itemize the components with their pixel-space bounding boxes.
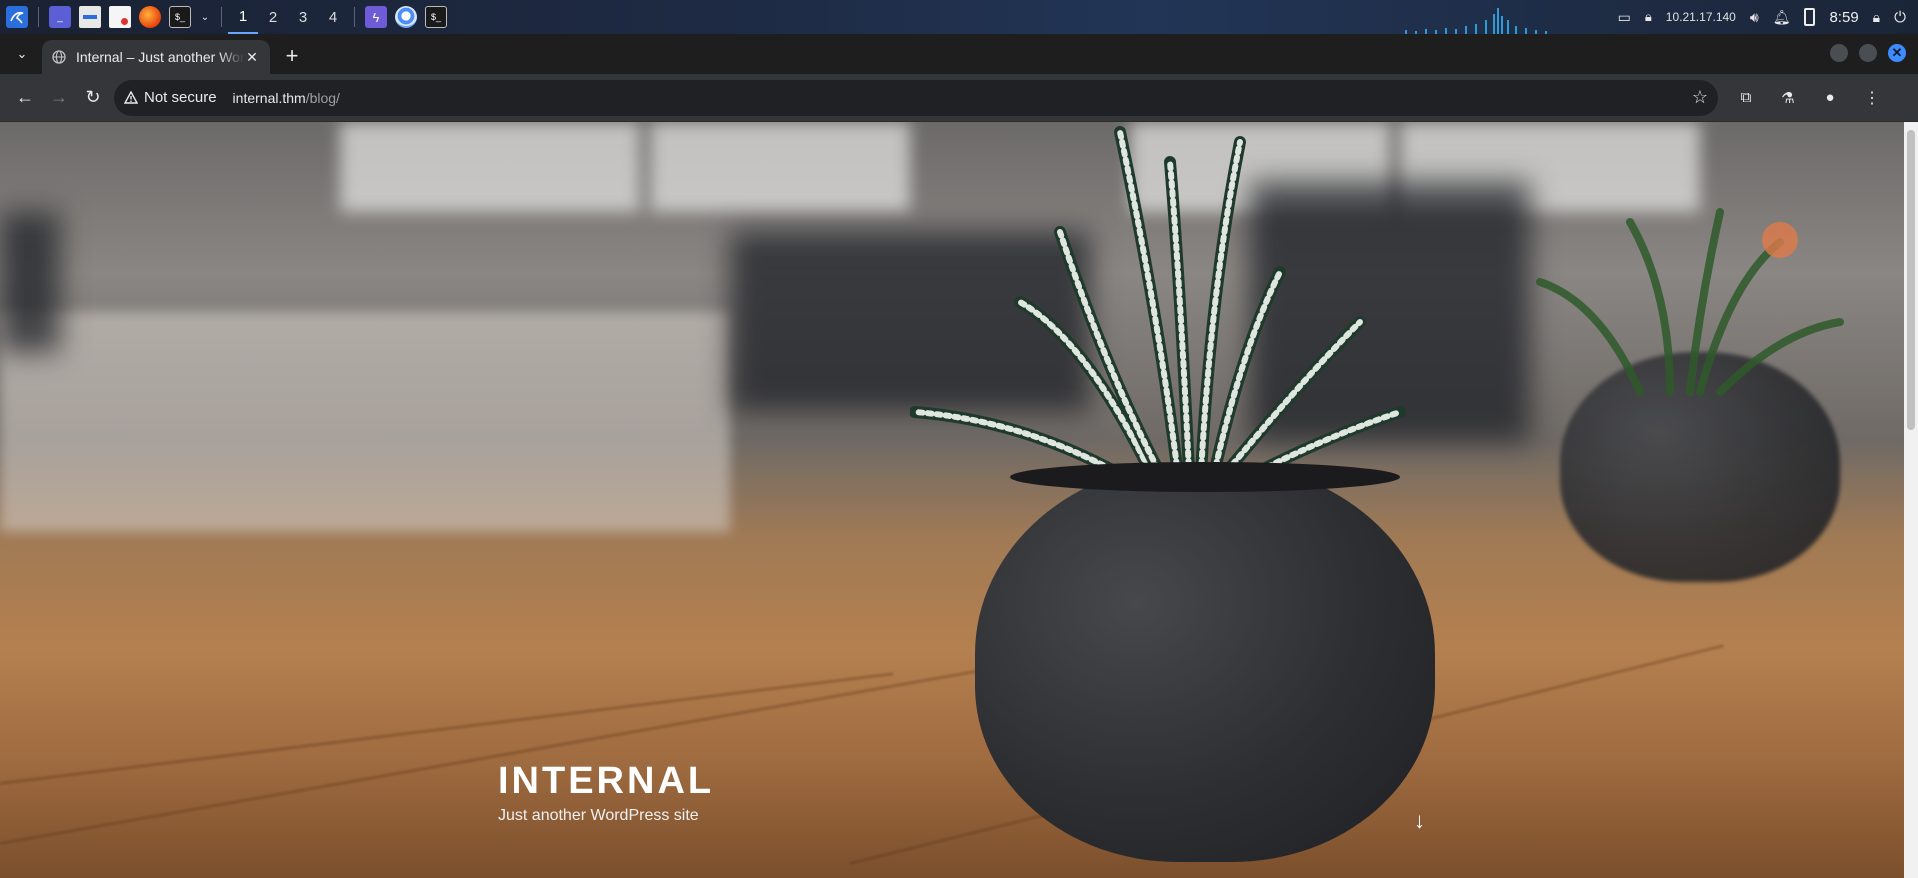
scroll-down-arrow-icon[interactable]: ↓ <box>1414 808 1425 834</box>
taskbar-separator <box>38 7 39 27</box>
forward-button[interactable]: → <box>42 81 76 115</box>
audio-visualizer <box>1405 8 1547 34</box>
back-button[interactable]: ← <box>8 81 42 115</box>
reload-icon: ↻ <box>85 87 101 107</box>
terminal-icon[interactable]: $_ <box>169 6 191 28</box>
arrow-right-icon: → <box>50 87 68 107</box>
arrow-left-icon: ← <box>16 87 34 107</box>
scrollbar-thumb[interactable] <box>1907 130 1915 430</box>
desktop-taskbar: _ $_ ⌄ 1 2 3 4 ϟ $_ ▭ 🔒︎ 10.21.17.140 🔊︎… <box>0 0 1918 34</box>
terminal-window-icon[interactable]: _ <box>49 6 71 28</box>
flask-icon: ⚗ <box>1781 89 1795 107</box>
tab-search-button[interactable]: ⌄ <box>8 40 36 68</box>
header-background-image <box>0 122 1904 878</box>
lock-screen-icon[interactable]: 🔒︎ <box>1873 9 1880 26</box>
globe-icon <box>52 50 66 64</box>
power-icon[interactable]: ⏻ <box>1894 9 1906 26</box>
chevron-down-icon[interactable]: ⌄ <box>199 6 211 28</box>
menu-button[interactable]: ⋮ <box>1858 81 1886 115</box>
window-controls: ✕ <box>1830 44 1918 74</box>
site-info-chip[interactable]: Not secure <box>124 89 233 106</box>
labs-button[interactable]: ⚗ <box>1774 81 1802 115</box>
clock[interactable]: 8:59 <box>1829 9 1858 26</box>
site-description: Just another WordPress site <box>498 807 699 824</box>
site-title[interactable]: INTERNAL <box>498 760 714 803</box>
page-scrollbar[interactable] <box>1904 122 1918 878</box>
toolbar-actions: ⧉ ⚗ ● ⋮ <box>1732 81 1886 115</box>
security-status-label: Not secure <box>144 89 217 106</box>
burp-icon[interactable]: ϟ <box>365 6 387 28</box>
puzzle-icon: ⧉ <box>1740 89 1752 106</box>
taskbar-separator <box>354 7 355 27</box>
tab-internal-blog[interactable]: Internal – Just another WordPress site ✕ <box>42 40 270 74</box>
site-branding: INTERNAL Just another WordPress site <box>498 760 714 825</box>
battery-charging-icon[interactable] <box>1804 8 1816 26</box>
bookmark-star-icon[interactable]: ☆ <box>1692 87 1708 108</box>
browser-tab-strip: ⌄ Internal – Just another WordPress site… <box>0 34 1918 74</box>
workspace-1[interactable]: 1 <box>228 0 258 34</box>
plus-icon: + <box>285 43 299 68</box>
browser-toolbar: ← → ↻ Not secure internal.thm/blog/ ☆ ⧉ … <box>0 74 1918 122</box>
text-editor-icon[interactable] <box>109 6 131 28</box>
new-tab-button[interactable]: + <box>278 42 306 70</box>
warning-triangle-icon <box>124 91 138 104</box>
workspace-3[interactable]: 3 <box>288 0 318 34</box>
notification-bell-icon[interactable]: 🔔︎ <box>1773 9 1791 26</box>
workspace-2[interactable]: 2 <box>258 0 288 34</box>
system-tray: ▭ 🔒︎ 10.21.17.140 🔊︎ 🔔︎ 8:59 🔒︎ ⏻ <box>1618 8 1918 26</box>
person-icon: ● <box>1825 89 1835 106</box>
url-host: internal.thm <box>232 89 306 106</box>
file-manager-icon[interactable] <box>79 6 101 28</box>
url-path: /blog/ <box>305 89 340 106</box>
reload-button[interactable]: ↻ <box>76 81 110 115</box>
minimize-window-button[interactable] <box>1830 44 1848 62</box>
tab-title: Internal – Just another WordPress site <box>76 49 244 65</box>
close-tab-icon[interactable]: ✕ <box>244 49 260 65</box>
monitor-icon[interactable]: ▭ <box>1618 9 1631 26</box>
maximize-window-button[interactable] <box>1859 44 1877 62</box>
extensions-button[interactable]: ⧉ <box>1732 81 1760 115</box>
chevron-down-icon: ⌄ <box>16 46 28 61</box>
workspace-4[interactable]: 4 <box>318 0 348 34</box>
profile-button[interactable]: ● <box>1816 81 1844 115</box>
address-bar[interactable]: Not secure internal.thm/blog/ ☆ <box>114 79 1718 116</box>
vpn-lock-icon[interactable]: 🔒︎ <box>1645 9 1652 25</box>
page-content: INTERNAL Just another WordPress site ↓ <box>0 122 1904 878</box>
terminal-icon[interactable]: $_ <box>425 6 447 28</box>
close-window-button[interactable]: ✕ <box>1888 44 1906 62</box>
chromium-icon[interactable] <box>395 6 417 28</box>
kebab-menu-icon: ⋮ <box>1864 89 1880 107</box>
taskbar-separator <box>221 7 222 27</box>
volume-icon[interactable]: 🔊︎ <box>1750 9 1759 26</box>
firefox-icon[interactable] <box>139 6 161 28</box>
vpn-ip-address: 10.21.17.140 <box>1665 10 1736 24</box>
kali-menu-icon[interactable] <box>6 6 28 28</box>
